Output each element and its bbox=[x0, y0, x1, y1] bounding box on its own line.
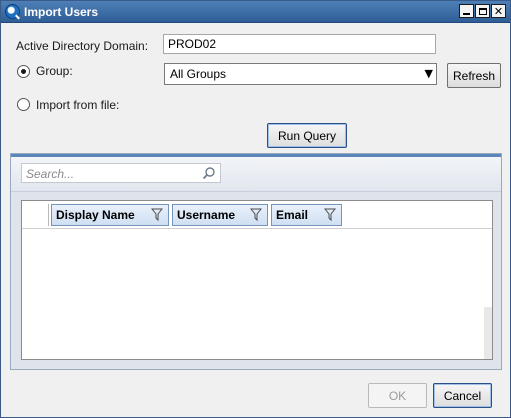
maximize-button[interactable] bbox=[475, 4, 490, 18]
maximize-icon bbox=[478, 7, 487, 15]
search-icon bbox=[202, 167, 215, 180]
group-label: Group: bbox=[36, 64, 73, 78]
domain-label: Active Directory Domain: bbox=[16, 39, 149, 53]
column-header-email[interactable]: Email bbox=[271, 204, 342, 226]
search-placeholder: Search... bbox=[26, 167, 75, 181]
results-panel: Search... Display Name Username Email bbox=[10, 153, 502, 370]
refresh-button[interactable]: Refresh bbox=[447, 63, 501, 88]
group-select-value: All Groups bbox=[170, 67, 227, 81]
filter-icon[interactable] bbox=[250, 208, 262, 222]
group-radio[interactable] bbox=[17, 65, 30, 78]
filter-icon[interactable] bbox=[151, 208, 163, 222]
group-select[interactable]: All Groups ▼ bbox=[164, 63, 437, 85]
run-query-button[interactable]: Run Query bbox=[267, 123, 347, 148]
column-label: Display Name bbox=[56, 208, 135, 222]
column-label: Email bbox=[276, 208, 309, 222]
search-input[interactable]: Search... bbox=[21, 163, 221, 183]
column-label: Username bbox=[177, 208, 236, 222]
filter-icon[interactable] bbox=[324, 208, 336, 222]
minimize-button[interactable] bbox=[459, 4, 474, 18]
grid-scroll-area[interactable] bbox=[22, 307, 492, 359]
import-users-dialog: Import Users ✕ Active Directory Domain: … bbox=[0, 0, 511, 418]
import-file-label: Import from file: bbox=[36, 98, 120, 112]
app-q-icon bbox=[5, 4, 20, 19]
results-toolbar: Search... bbox=[11, 154, 501, 192]
close-icon: ✕ bbox=[493, 4, 504, 18]
dropdown-arrow-icon: ▼ bbox=[424, 67, 433, 80]
minimize-icon bbox=[463, 13, 470, 15]
title-bar[interactable]: Import Users ✕ bbox=[1, 1, 510, 23]
ok-button[interactable]: OK bbox=[368, 383, 427, 408]
window-title: Import Users bbox=[24, 5, 99, 19]
column-header-display-name[interactable]: Display Name bbox=[51, 204, 169, 226]
row-header-corner bbox=[24, 204, 49, 226]
grid-header-row: Display Name Username Email bbox=[22, 201, 492, 229]
import-file-radio[interactable] bbox=[17, 98, 30, 111]
cancel-button[interactable]: Cancel bbox=[433, 383, 492, 408]
users-grid[interactable]: Display Name Username Email bbox=[21, 200, 493, 360]
column-header-username[interactable]: Username bbox=[172, 204, 268, 226]
close-button[interactable]: ✕ bbox=[491, 4, 506, 18]
grid-body bbox=[22, 307, 484, 359]
domain-input[interactable]: PROD02 bbox=[163, 34, 436, 54]
